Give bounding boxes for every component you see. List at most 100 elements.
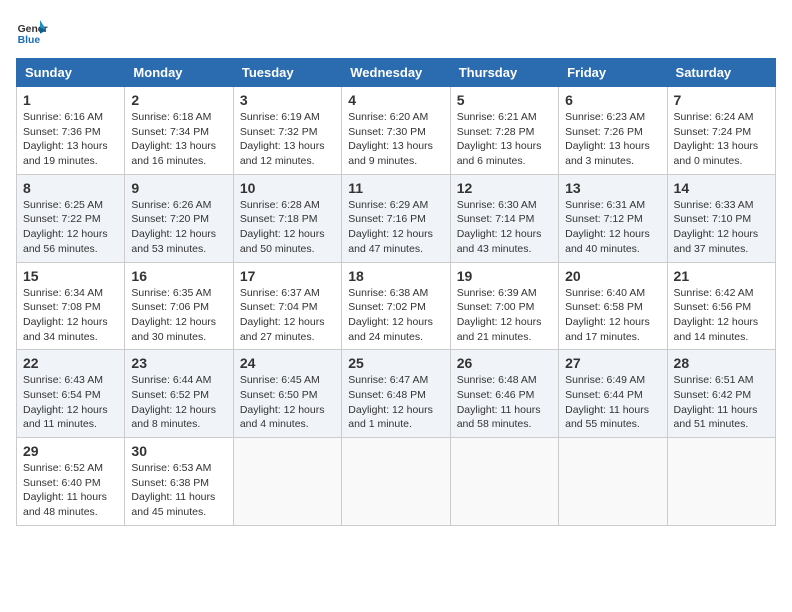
- calendar-cell: 7Sunrise: 6:24 AMSunset: 7:24 PMDaylight…: [667, 87, 775, 175]
- weekday-tuesday: Tuesday: [233, 59, 341, 87]
- day-number: 26: [457, 355, 552, 371]
- day-number: 7: [674, 92, 769, 108]
- weekday-header-row: SundayMondayTuesdayWednesdayThursdayFrid…: [17, 59, 776, 87]
- calendar-cell: [559, 438, 667, 526]
- cell-details: Sunrise: 6:47 AMSunset: 6:48 PMDaylight:…: [348, 373, 443, 432]
- day-number: 11: [348, 180, 443, 196]
- cell-details: Sunrise: 6:43 AMSunset: 6:54 PMDaylight:…: [23, 373, 118, 432]
- cell-details: Sunrise: 6:39 AMSunset: 7:00 PMDaylight:…: [457, 286, 552, 345]
- weekday-friday: Friday: [559, 59, 667, 87]
- cell-details: Sunrise: 6:30 AMSunset: 7:14 PMDaylight:…: [457, 198, 552, 257]
- calendar-week-row: 15 Sunrise: 6:34 AMSunset: 7:08 PMDayligh…: [17, 262, 776, 350]
- calendar-cell: 24 Sunrise: 6:45 AMSunset: 6:50 PMDayligh…: [233, 350, 341, 438]
- calendar-week-row: 1 Sunrise: 6:16 AMSunset: 7:36 PMDaylight…: [17, 87, 776, 175]
- calendar-cell: 17Sunrise: 6:37 AMSunset: 7:04 PMDayligh…: [233, 262, 341, 350]
- calendar-cell: 16 Sunrise: 6:35 AMSunset: 7:06 PMDayligh…: [125, 262, 233, 350]
- calendar-cell: 9 Sunrise: 6:26 AMSunset: 7:20 PMDaylight…: [125, 174, 233, 262]
- day-number: 15: [23, 268, 118, 284]
- day-number: 13: [565, 180, 660, 196]
- calendar-cell: [233, 438, 341, 526]
- calendar-cell: 11 Sunrise: 6:29 AMSunset: 7:16 PMDayligh…: [342, 174, 450, 262]
- calendar-week-row: 22Sunrise: 6:43 AMSunset: 6:54 PMDayligh…: [17, 350, 776, 438]
- day-number: 9: [131, 180, 226, 196]
- cell-details: Sunrise: 6:35 AMSunset: 7:06 PMDaylight:…: [131, 286, 226, 345]
- calendar-cell: 20 Sunrise: 6:40 AMSunset: 6:58 PMDayligh…: [559, 262, 667, 350]
- cell-details: Sunrise: 6:28 AMSunset: 7:18 PMDaylight:…: [240, 198, 335, 257]
- weekday-sunday: Sunday: [17, 59, 125, 87]
- calendar-week-row: 8 Sunrise: 6:25 AMSunset: 7:22 PMDaylight…: [17, 174, 776, 262]
- cell-details: Sunrise: 6:49 AMSunset: 6:44 PMDaylight:…: [565, 373, 660, 432]
- cell-details: Sunrise: 6:45 AMSunset: 6:50 PMDaylight:…: [240, 373, 335, 432]
- logo-icon: General Blue: [16, 16, 48, 48]
- calendar-body: 1 Sunrise: 6:16 AMSunset: 7:36 PMDaylight…: [17, 87, 776, 526]
- cell-details: Sunrise: 6:25 AMSunset: 7:22 PMDaylight:…: [23, 198, 118, 257]
- day-number: 8: [23, 180, 118, 196]
- cell-details: Sunrise: 6:33 AMSunset: 7:10 PMDaylight:…: [674, 198, 769, 257]
- cell-details: Sunrise: 6:31 AMSunset: 7:12 PMDaylight:…: [565, 198, 660, 257]
- cell-details: Sunrise: 6:34 AMSunset: 7:08 PMDaylight:…: [23, 286, 118, 345]
- cell-details: Sunrise: 6:53 AMSunset: 6:38 PMDaylight:…: [131, 461, 226, 520]
- calendar-cell: 13 Sunrise: 6:31 AMSunset: 7:12 PMDayligh…: [559, 174, 667, 262]
- calendar-cell: 27 Sunrise: 6:49 AMSunset: 6:44 PMDayligh…: [559, 350, 667, 438]
- calendar-cell: 15 Sunrise: 6:34 AMSunset: 7:08 PMDayligh…: [17, 262, 125, 350]
- day-number: 14: [674, 180, 769, 196]
- weekday-thursday: Thursday: [450, 59, 558, 87]
- calendar-cell: 19Sunrise: 6:39 AMSunset: 7:00 PMDayligh…: [450, 262, 558, 350]
- calendar-cell: 21Sunrise: 6:42 AMSunset: 6:56 PMDayligh…: [667, 262, 775, 350]
- day-number: 18: [348, 268, 443, 284]
- day-number: 30: [131, 443, 226, 459]
- cell-details: Sunrise: 6:42 AMSunset: 6:56 PMDaylight:…: [674, 286, 769, 345]
- day-number: 1: [23, 92, 118, 108]
- calendar-header: SundayMondayTuesdayWednesdayThursdayFrid…: [17, 59, 776, 87]
- cell-details: Sunrise: 6:19 AMSunset: 7:32 PMDaylight:…: [240, 110, 335, 169]
- calendar-cell: [667, 438, 775, 526]
- calendar-cell: 18 Sunrise: 6:38 AMSunset: 7:02 PMDayligh…: [342, 262, 450, 350]
- logo: General Blue: [16, 16, 48, 48]
- day-number: 25: [348, 355, 443, 371]
- calendar-cell: 25 Sunrise: 6:47 AMSunset: 6:48 PMDayligh…: [342, 350, 450, 438]
- cell-details: Sunrise: 6:44 AMSunset: 6:52 PMDaylight:…: [131, 373, 226, 432]
- day-number: 2: [131, 92, 226, 108]
- cell-details: Sunrise: 6:48 AMSunset: 6:46 PMDaylight:…: [457, 373, 552, 432]
- day-number: 5: [457, 92, 552, 108]
- day-number: 27: [565, 355, 660, 371]
- cell-details: Sunrise: 6:51 AMSunset: 6:42 PMDaylight:…: [674, 373, 769, 432]
- day-number: 12: [457, 180, 552, 196]
- calendar-cell: 5 Sunrise: 6:21 AMSunset: 7:28 PMDaylight…: [450, 87, 558, 175]
- svg-text:Blue: Blue: [18, 35, 41, 46]
- cell-details: Sunrise: 6:40 AMSunset: 6:58 PMDaylight:…: [565, 286, 660, 345]
- calendar-cell: [450, 438, 558, 526]
- calendar-cell: 22Sunrise: 6:43 AMSunset: 6:54 PMDayligh…: [17, 350, 125, 438]
- cell-details: Sunrise: 6:38 AMSunset: 7:02 PMDaylight:…: [348, 286, 443, 345]
- page-header: General Blue: [16, 16, 776, 48]
- calendar-cell: 12 Sunrise: 6:30 AMSunset: 7:14 PMDayligh…: [450, 174, 558, 262]
- cell-details: Sunrise: 6:23 AMSunset: 7:26 PMDaylight:…: [565, 110, 660, 169]
- day-number: 16: [131, 268, 226, 284]
- calendar-week-row: 29Sunrise: 6:52 AMSunset: 6:40 PMDayligh…: [17, 438, 776, 526]
- weekday-monday: Monday: [125, 59, 233, 87]
- calendar-cell: 3 Sunrise: 6:19 AMSunset: 7:32 PMDaylight…: [233, 87, 341, 175]
- calendar-cell: 26 Sunrise: 6:48 AMSunset: 6:46 PMDayligh…: [450, 350, 558, 438]
- day-number: 29: [23, 443, 118, 459]
- cell-details: Sunrise: 6:26 AMSunset: 7:20 PMDaylight:…: [131, 198, 226, 257]
- calendar-cell: 6 Sunrise: 6:23 AMSunset: 7:26 PMDaylight…: [559, 87, 667, 175]
- calendar-cell: 23 Sunrise: 6:44 AMSunset: 6:52 PMDayligh…: [125, 350, 233, 438]
- weekday-saturday: Saturday: [667, 59, 775, 87]
- day-number: 20: [565, 268, 660, 284]
- cell-details: Sunrise: 6:18 AMSunset: 7:34 PMDaylight:…: [131, 110, 226, 169]
- cell-details: Sunrise: 6:21 AMSunset: 7:28 PMDaylight:…: [457, 110, 552, 169]
- day-number: 6: [565, 92, 660, 108]
- day-number: 24: [240, 355, 335, 371]
- cell-details: Sunrise: 6:16 AMSunset: 7:36 PMDaylight:…: [23, 110, 118, 169]
- day-number: 10: [240, 180, 335, 196]
- weekday-wednesday: Wednesday: [342, 59, 450, 87]
- calendar-table: SundayMondayTuesdayWednesdayThursdayFrid…: [16, 58, 776, 526]
- day-number: 3: [240, 92, 335, 108]
- day-number: 23: [131, 355, 226, 371]
- calendar-cell: 29Sunrise: 6:52 AMSunset: 6:40 PMDayligh…: [17, 438, 125, 526]
- calendar-cell: 30 Sunrise: 6:53 AMSunset: 6:38 PMDayligh…: [125, 438, 233, 526]
- day-number: 4: [348, 92, 443, 108]
- calendar-cell: 28Sunrise: 6:51 AMSunset: 6:42 PMDayligh…: [667, 350, 775, 438]
- cell-details: Sunrise: 6:29 AMSunset: 7:16 PMDaylight:…: [348, 198, 443, 257]
- day-number: 17: [240, 268, 335, 284]
